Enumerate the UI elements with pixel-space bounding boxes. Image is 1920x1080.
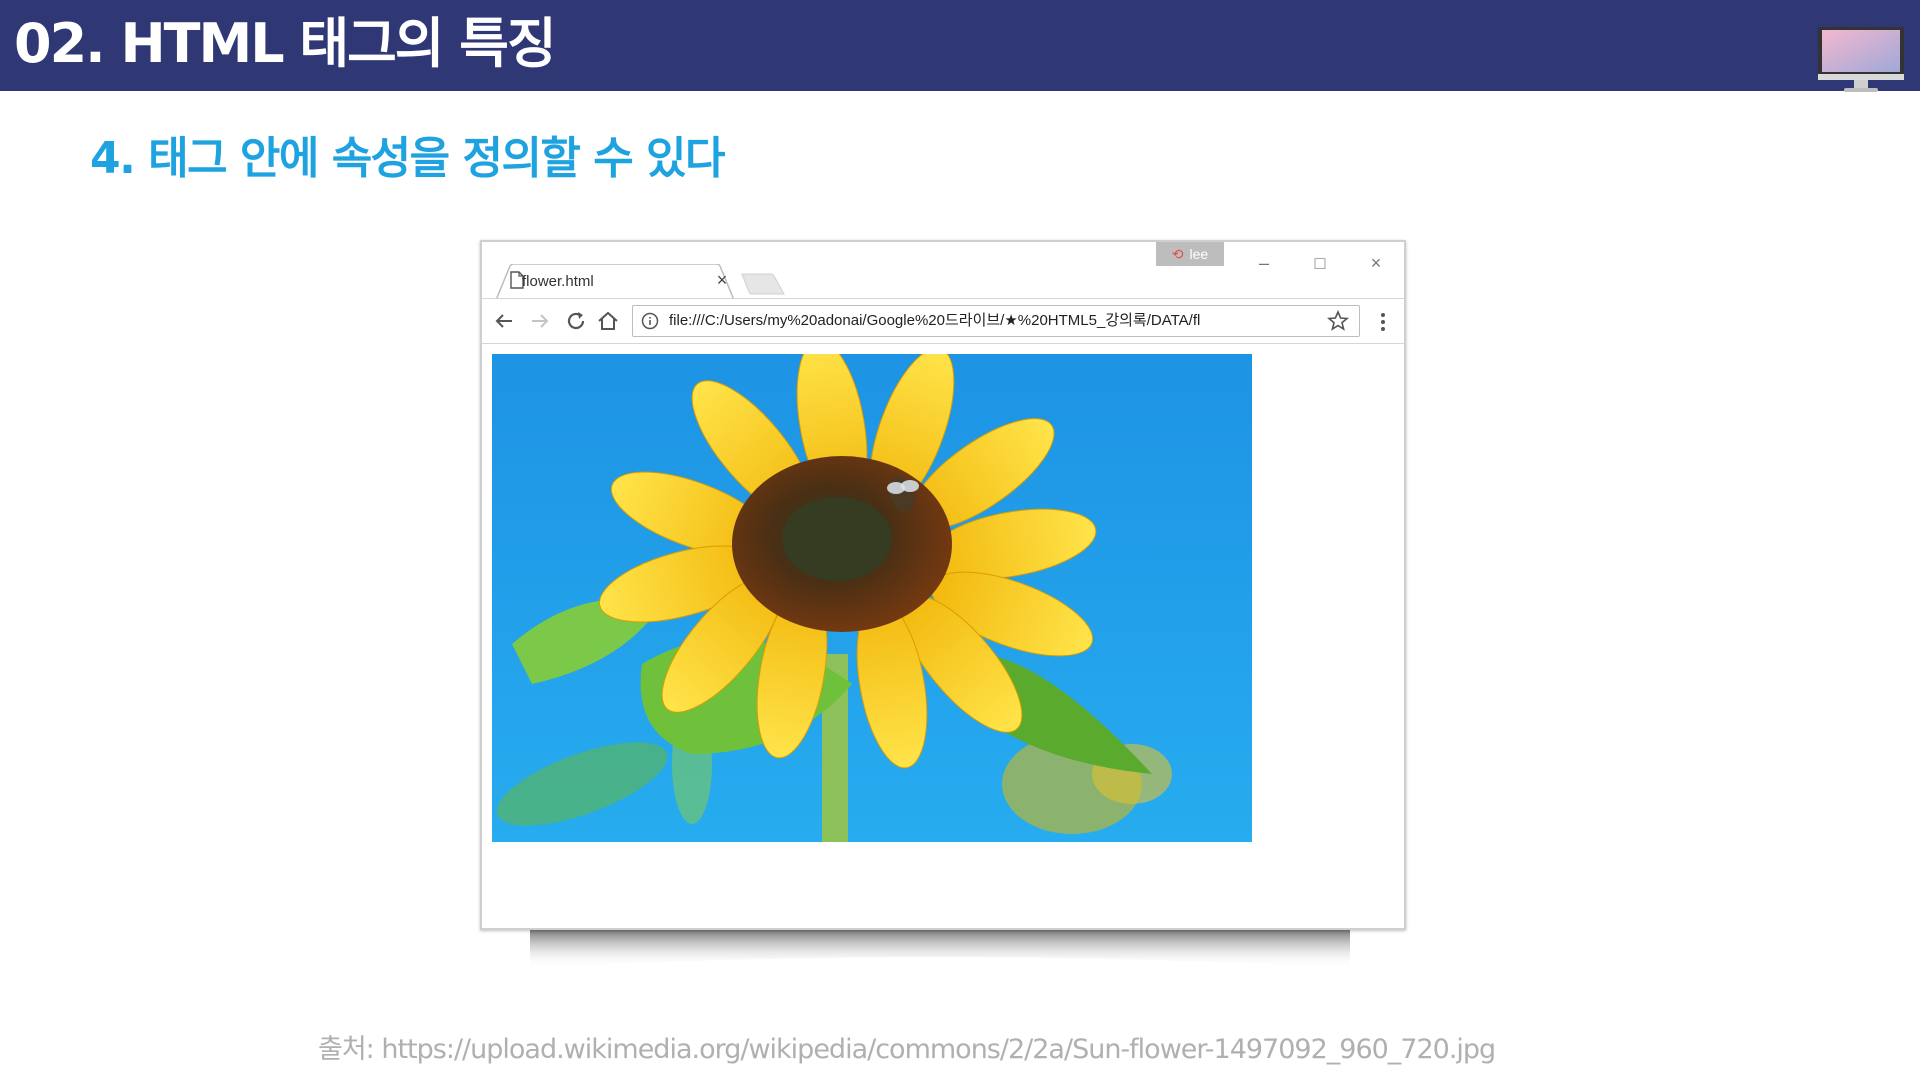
maximize-button[interactable]: □ (1298, 248, 1342, 278)
reload-icon[interactable] (564, 309, 588, 333)
tab-close-icon[interactable]: × (712, 268, 732, 292)
slide-title: 02. HTML 태그의 특징 (14, 12, 557, 75)
forward-icon[interactable] (528, 309, 552, 333)
profile-icon: ⟲ (1171, 246, 1184, 262)
back-icon[interactable] (492, 309, 516, 333)
home-icon[interactable] (596, 309, 620, 333)
url-text[interactable]: file:///C:/Users/my%20adonai/Google%20드라… (669, 306, 1309, 336)
sunflower-image (492, 354, 1252, 842)
source-caption: 출처: https://upload.wikimedia.org/wikiped… (318, 1034, 1496, 1065)
page-viewport (482, 344, 1404, 928)
section-subtitle: 4. 태그 안에 속성을 정의할 수 있다 (90, 133, 725, 184)
profile-badge[interactable]: ⟲ lee (1156, 242, 1224, 266)
profile-name: lee (1189, 246, 1209, 262)
window-shadow (530, 928, 1350, 968)
new-tab-button[interactable] (740, 272, 786, 296)
star-icon[interactable] (1327, 310, 1349, 332)
info-icon[interactable] (641, 312, 659, 330)
menu-icon[interactable] (1378, 311, 1388, 333)
address-bar[interactable]: file:///C:/Users/my%20adonai/Google%20드라… (632, 305, 1360, 337)
slide-header: 02. HTML 태그의 특징 (0, 0, 1920, 92)
browser-window: ⟲ lee – □ × flower.html × file:///C:/Use… (480, 240, 1406, 930)
browser-toolbar: file:///C:/Users/my%20adonai/Google%20드라… (482, 298, 1404, 344)
browser-titlebar: ⟲ lee – □ × flower.html × (482, 242, 1404, 300)
monitor-icon (1818, 27, 1904, 92)
minimize-button[interactable]: – (1242, 248, 1286, 278)
close-window-button[interactable]: × (1354, 248, 1398, 278)
tab-title: flower.html (522, 273, 594, 290)
